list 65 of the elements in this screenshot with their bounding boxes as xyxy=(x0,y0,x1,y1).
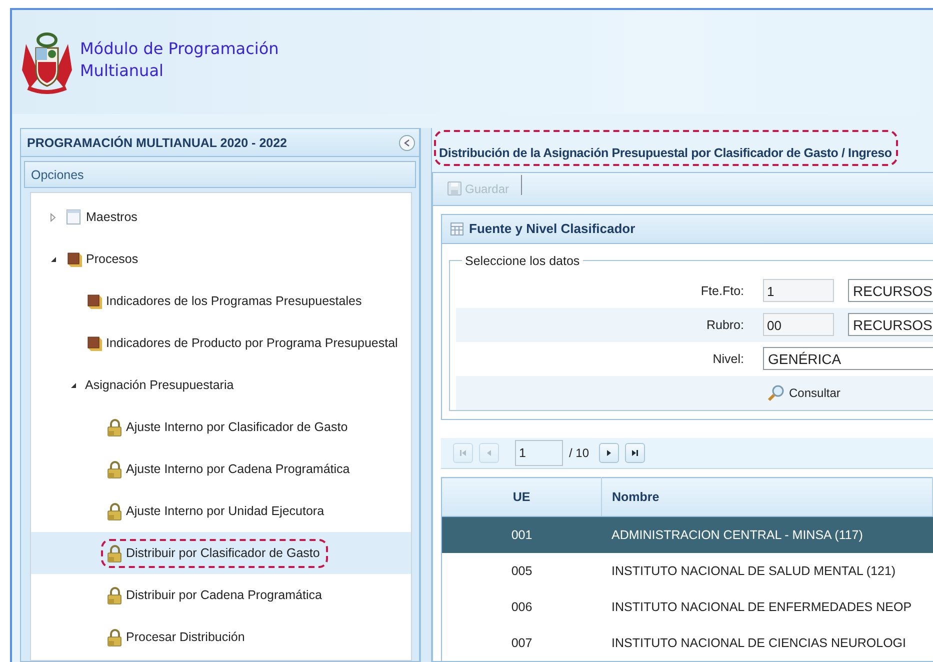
app-title: Módulo de Programación Multianual xyxy=(80,38,280,82)
tree-item[interactable]: Asignación Presupuestaria xyxy=(31,364,411,406)
lock-icon xyxy=(105,628,123,646)
table-cell: ADMINISTRACION CENTRAL - MINSA (117) xyxy=(602,516,932,553)
lock-icon xyxy=(105,586,123,604)
table-cell: 007 xyxy=(442,625,602,661)
select-field[interactable]: RECURSOS xyxy=(848,279,933,302)
collapse-button[interactable] xyxy=(399,134,415,150)
book-icon xyxy=(85,292,103,310)
table-icon xyxy=(450,222,464,236)
field-label: Fte.Fto: xyxy=(700,284,745,298)
page-icon xyxy=(65,208,83,226)
tree-item[interactable]: Distribuir por Clasificador de Gasto xyxy=(31,532,411,574)
table-cell-text: INSTITUTO NACIONAL DE ENFERMEDADES NEOP xyxy=(610,599,913,616)
tree-item[interactable]: Indicadores de Producto por Programa Presupuestal xyxy=(31,322,411,364)
tree-item[interactable]: Maestros xyxy=(31,196,411,238)
consultar-button[interactable]: Consultar xyxy=(765,382,842,404)
table-cell: INSTITUTO NACIONAL DE SALUD MENTAL (121) xyxy=(602,553,932,589)
lock-icon xyxy=(105,544,123,562)
code-field[interactable]: 1 xyxy=(763,279,834,302)
panel-title: Fuente y Nivel Clasificador xyxy=(469,221,636,236)
table-row[interactable]: 006 INSTITUTO NACIONAL DE ENFERMEDADES NEOP xyxy=(442,589,932,625)
first-page-icon xyxy=(458,448,468,458)
table-cell: 001 xyxy=(442,516,602,553)
table-row[interactable]: 001 ADMINISTRACION CENTRAL - MINSA (117) xyxy=(442,516,932,553)
table-row[interactable]: 007 INSTITUTO NACIONAL DE CIENCIAS NEUROLOGI xyxy=(442,625,932,661)
tree-item[interactable]: Procesar Distribución xyxy=(31,616,411,658)
tree-item[interactable]: Indicadores de los Programas Presupuestales xyxy=(31,280,411,322)
book-icon xyxy=(85,334,103,352)
fieldset-legend: Seleccione los datos xyxy=(462,254,583,268)
emblem-logo xyxy=(20,30,74,94)
callout-outline: Distribuir por Clasificador de Gasto xyxy=(101,538,328,568)
pager-button[interactable] xyxy=(599,442,620,463)
table-row[interactable]: 005 INSTITUTO NACIONAL DE SALUD MENTAL (121) xyxy=(442,553,932,589)
section-header: Opciones xyxy=(24,161,416,188)
field-label: Rubro: xyxy=(705,318,745,332)
select-field[interactable]: RECURSOS xyxy=(848,313,933,336)
table-cell-text: INSTITUTO NACIONAL DE CIENCIAS NEUROLOGI xyxy=(610,635,907,652)
code-field[interactable]: 00 xyxy=(763,313,834,336)
tree-item[interactable]: Ajuste Interno por Cadena Programática xyxy=(31,448,411,490)
lock-icon xyxy=(105,418,123,436)
chevron-left-icon xyxy=(404,138,410,146)
table-cell: 006 xyxy=(442,589,602,625)
expanded-arrow-icon[interactable] xyxy=(50,256,56,262)
select-field[interactable]: GENÉRICA xyxy=(763,347,933,370)
pager-button[interactable] xyxy=(625,442,646,463)
page-number-field[interactable]: 1 xyxy=(515,440,563,466)
field-label: Nivel: xyxy=(712,352,745,366)
collapsed-arrow-icon[interactable] xyxy=(50,212,56,222)
page-count: / 10 xyxy=(569,446,590,460)
book-icon xyxy=(65,250,83,268)
tree-item[interactable]: Distribuir por Cadena Programática xyxy=(31,574,411,616)
column-header: Nombre xyxy=(602,478,932,516)
search-icon xyxy=(767,384,785,402)
tree-item[interactable]: Procesos xyxy=(31,238,411,280)
tree-item[interactable]: Ajuste Interno por Clasificador de Gasto xyxy=(31,406,411,448)
lock-icon xyxy=(105,460,123,478)
panel-title: PROGRAMACIÓN MULTIANUAL 2020 - 2022 xyxy=(27,136,287,150)
lock-icon xyxy=(105,502,123,520)
tree-item[interactable]: Ajuste Interno por Unidad Ejecutora xyxy=(31,490,411,532)
table-cell: 005 xyxy=(442,553,602,589)
expanded-arrow-icon[interactable] xyxy=(70,382,76,388)
page-title: Distribución de la Asignación Presupuestal por Clasificador de Gasto / Ingreso xyxy=(434,130,898,166)
column-header: UE xyxy=(442,478,602,516)
last-page-icon xyxy=(630,448,640,458)
